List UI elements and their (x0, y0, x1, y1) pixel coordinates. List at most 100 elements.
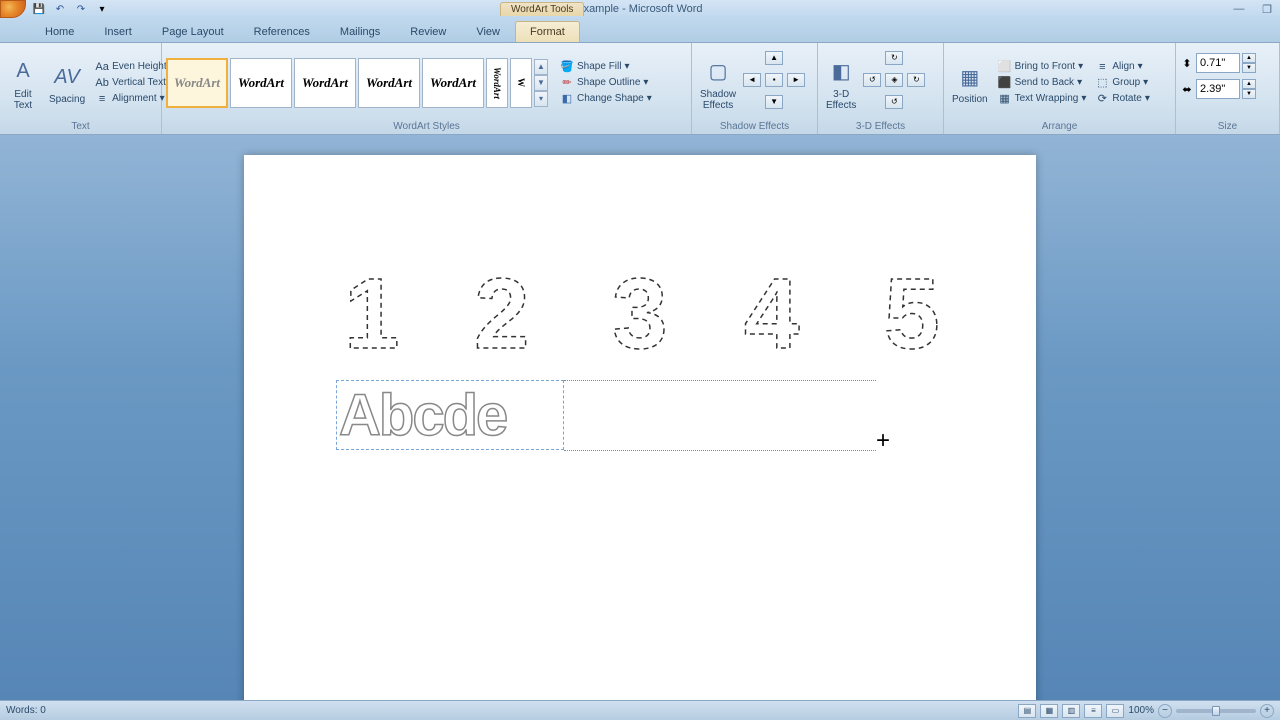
group-button[interactable]: ⬚Group ▾ (1092, 75, 1151, 91)
save-icon[interactable]: 💾 (30, 1, 48, 17)
text-wrapping-icon: ▦ (998, 92, 1012, 106)
threed-effects-button[interactable]: ◧ 3-D Effects (822, 53, 860, 113)
shape-fill-button[interactable]: 🪣Shape Fill ▾ (557, 59, 633, 75)
page: 1 2 3 4 5 Abcde + (244, 155, 1036, 700)
style-thumb-6[interactable]: WordArt (486, 58, 508, 108)
document-area[interactable]: 1 2 3 4 5 Abcde + (0, 135, 1280, 700)
shadow-nudge-left[interactable]: ◄ (743, 73, 761, 87)
threed-tilt-up[interactable]: ↻ (885, 51, 903, 65)
gallery-down-icon[interactable]: ▼ (534, 75, 548, 91)
align-button[interactable]: ≡Align ▾ (1092, 59, 1145, 75)
edit-text-icon: A (8, 55, 38, 89)
shadow-nudge-down[interactable]: ▼ (765, 95, 783, 109)
text-wrapping-button[interactable]: ▦Text Wrapping ▾ (995, 91, 1090, 107)
ribbon-group-3d: ◧ 3-D Effects ↻ ↺ ◈ ↻ ↺ 3-D Effects (818, 43, 944, 134)
undo-icon[interactable]: ↶ (51, 1, 69, 17)
num-3: 3 (612, 258, 702, 363)
position-button[interactable]: ▦ Position (948, 58, 992, 107)
height-input[interactable] (1196, 53, 1240, 73)
zoom-slider[interactable] (1176, 709, 1256, 713)
group-icon: ⬚ (1095, 76, 1109, 90)
view-full-screen[interactable]: ▦ (1040, 704, 1058, 718)
zoom-percent[interactable]: 100% (1128, 705, 1154, 716)
style-thumb-5[interactable]: WordArt (422, 58, 484, 108)
tab-insert[interactable]: Insert (89, 21, 147, 42)
shape-outline-icon: ✏ (560, 76, 574, 90)
shadow-toggle[interactable]: ▪ (765, 73, 783, 87)
tab-review[interactable]: Review (395, 21, 461, 42)
width-spin-up[interactable]: ▲ (1242, 79, 1256, 89)
height-spin-up[interactable]: ▲ (1242, 53, 1256, 63)
vertical-text-label: Vertical Text (112, 77, 166, 88)
contextual-tab-label: WordArt Tools (500, 2, 584, 16)
even-height-label: Even Height (112, 61, 166, 72)
view-web-layout[interactable]: ▥ (1062, 704, 1080, 718)
gallery-scroll: ▲ ▼ ▾ (534, 59, 548, 107)
send-to-back-button[interactable]: ⬛Send to Back ▾ (995, 75, 1086, 91)
minimize-button[interactable]: — (1232, 3, 1246, 15)
vertical-text-button[interactable]: AbVertical Text (92, 75, 169, 91)
maximize-button[interactable]: ❐ (1260, 3, 1274, 15)
group-label-size: Size (1180, 120, 1275, 134)
width-input[interactable] (1196, 79, 1240, 99)
style-thumb-4[interactable]: WordArt (358, 58, 420, 108)
shadow-nudge-right[interactable]: ► (787, 73, 805, 87)
threed-tilt-down[interactable]: ↺ (885, 95, 903, 109)
tab-references[interactable]: References (239, 21, 325, 42)
gallery-up-icon[interactable]: ▲ (534, 59, 548, 75)
bring-to-front-button[interactable]: ⬜Bring to Front ▾ (995, 59, 1087, 75)
zoom-slider-thumb[interactable] (1212, 706, 1220, 716)
tab-page-layout[interactable]: Page Layout (147, 21, 239, 42)
tab-mailings[interactable]: Mailings (325, 21, 395, 42)
num-5: 5 (884, 258, 974, 363)
tab-format[interactable]: Format (515, 21, 580, 42)
view-print-layout[interactable]: ▤ (1018, 704, 1036, 718)
style-thumb-1[interactable]: WordArt (166, 58, 228, 108)
view-outline[interactable]: ≡ (1084, 704, 1102, 718)
window-title: example - Microsoft Word (577, 3, 702, 15)
threed-tilt-grid: ↻ ↺ ◈ ↻ ↺ (863, 51, 927, 115)
threed-tilt-left[interactable]: ↺ (863, 73, 881, 87)
style-thumb-2[interactable]: WordArt (230, 58, 292, 108)
style-thumb-7[interactable]: W (510, 58, 532, 108)
group-label-styles: WordArt Styles (166, 120, 687, 134)
wordart-style-gallery: WordArt WordArt WordArt WordArt WordArt … (166, 58, 548, 108)
width-spin-down[interactable]: ▼ (1242, 89, 1256, 99)
office-button[interactable] (0, 0, 26, 18)
view-draft[interactable]: ▭ (1106, 704, 1124, 718)
rotate-button[interactable]: ⟳Rotate ▾ (1092, 91, 1153, 107)
send-to-back-icon: ⬛ (998, 76, 1012, 90)
letters-text: Abcde (339, 382, 506, 449)
ribbon-group-text: A Edit Text AV Spacing AaEven Height AbV… (0, 43, 162, 134)
spacing-button[interactable]: AV Spacing (45, 58, 89, 107)
gallery-more-icon[interactable]: ▾ (534, 91, 548, 107)
redo-icon[interactable]: ↷ (72, 1, 90, 17)
alignment-label: Alignment (112, 93, 156, 104)
threed-effects-label: 3-D Effects (826, 89, 856, 111)
shadow-nudge-up[interactable]: ▲ (765, 51, 783, 65)
height-spin-down[interactable]: ▼ (1242, 63, 1256, 73)
edit-text-button[interactable]: A Edit Text (4, 53, 42, 113)
status-words[interactable]: Words: 0 (6, 705, 1018, 716)
align-label: Align (1112, 61, 1134, 72)
shadow-effects-button[interactable]: ▢ Shadow Effects (696, 53, 740, 113)
quick-access-toolbar: 💾 ↶ ↷ ▾ (30, 1, 111, 17)
tab-view[interactable]: View (461, 21, 515, 42)
wordart-letters[interactable]: Abcde (336, 380, 876, 450)
threed-tilt-right[interactable]: ↻ (907, 73, 925, 87)
alignment-button[interactable]: ≡Alignment ▾ (92, 91, 168, 107)
letters-selection-box[interactable]: Abcde (336, 380, 564, 450)
change-shape-button[interactable]: ◧Change Shape ▾ (557, 91, 655, 107)
qat-dropdown-icon[interactable]: ▾ (93, 1, 111, 17)
width-icon: ⬌ (1180, 82, 1194, 96)
tab-home[interactable]: Home (30, 21, 89, 42)
style-thumb-3[interactable]: WordArt (294, 58, 356, 108)
even-height-button[interactable]: AaEven Height (92, 59, 169, 75)
threed-toggle[interactable]: ◈ (885, 73, 903, 87)
zoom-out-button[interactable]: − (1158, 704, 1172, 718)
height-icon: ⬍ (1180, 56, 1194, 70)
even-height-icon: Aa (95, 60, 109, 74)
shape-outline-button[interactable]: ✏Shape Outline ▾ (557, 75, 651, 91)
zoom-in-button[interactable]: + (1260, 704, 1274, 718)
send-to-back-label: Send to Back (1015, 77, 1074, 88)
